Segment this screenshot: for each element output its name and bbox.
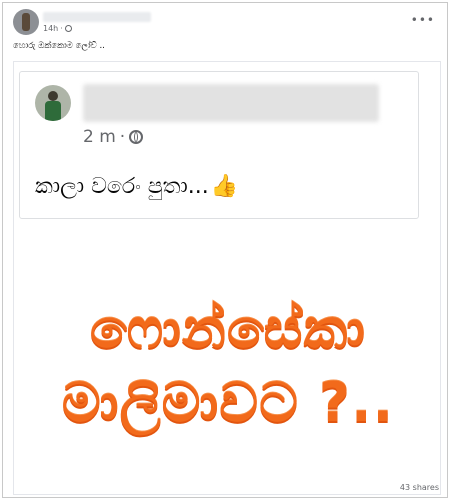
shared-post-text: කාලා වරෙං පුතා...👍 [35,174,239,199]
post-header: 14h · ••• [13,9,443,37]
author-name-blurred[interactable] [43,12,151,22]
globe-icon [129,130,144,144]
post-text: හොරු ඔක්කොම ලෝව් .. [13,41,105,51]
shared-post-meta: 2 m · [83,127,144,147]
caption-line-1: ෆොන්සේකා [89,297,367,360]
shares-count[interactable]: 43 shares [400,483,439,492]
more-options-button[interactable]: ••• [411,14,435,26]
shared-post-time: 2 m [83,127,116,147]
shared-author-name-blurred [83,84,379,122]
globe-icon [64,25,72,32]
thumbs-up-icon: 👍 [210,174,239,199]
post-meta: 14h · [43,24,72,33]
shared-avatar [35,85,71,121]
shared-post-card: 2 m · කාලා වරෙං පුතා...👍 [19,71,419,219]
avatar[interactable] [13,9,39,35]
image-caption: ෆොන්සේකා මාලිමාවට ?.. [14,292,442,440]
shared-image[interactable]: 2 m · කාලා වරෙං පුතා...👍 ෆොන්සේකා මාලිමා… [13,61,441,495]
caption-line-2: මාලිමාවට ?.. [61,371,395,434]
post-card: 14h · ••• හොරු ඔක්කොම ලෝව් .. 2 m · කාලා… [2,2,448,498]
post-time[interactable]: 14h [43,24,58,33]
